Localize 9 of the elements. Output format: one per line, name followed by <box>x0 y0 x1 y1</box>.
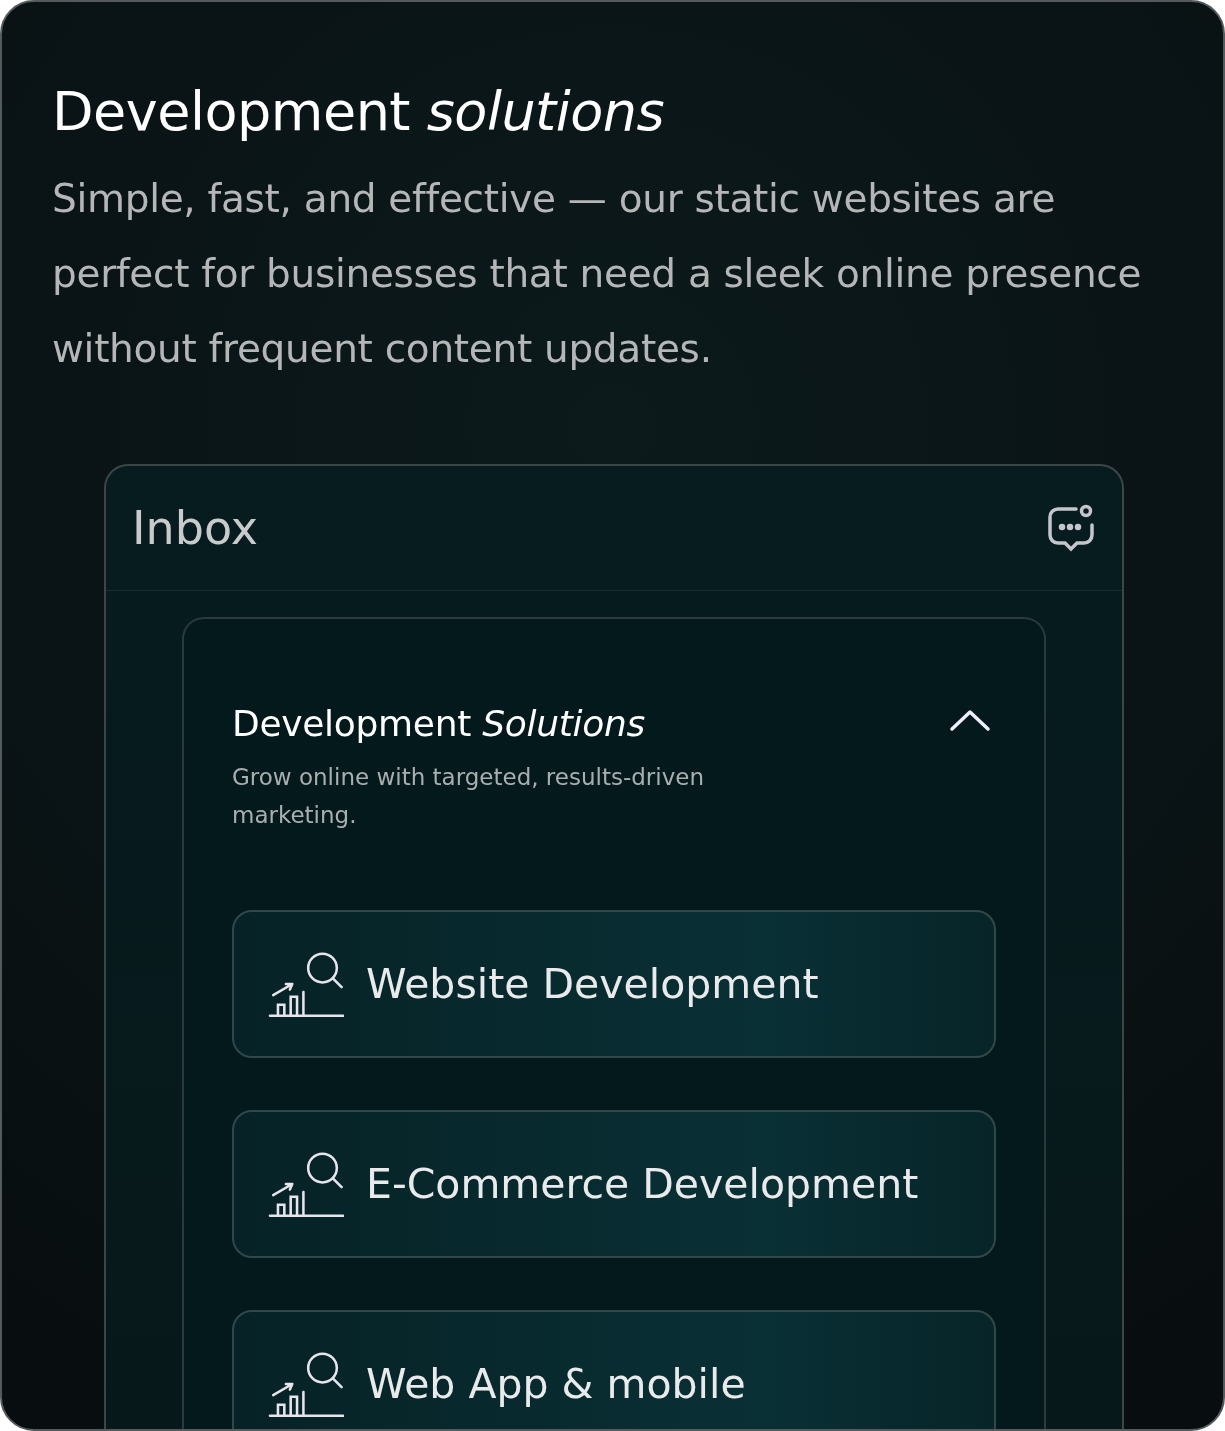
inbox-title: Inbox <box>132 500 258 555</box>
accordion-title: Development Solutions <box>232 702 645 744</box>
section-description: Simple, fast, and effective — our static websites are perfect for businesses that need a sleek online presence without frequent content updates. <box>52 174 1143 373</box>
chat-bubble-icon[interactable] <box>1046 502 1096 553</box>
section-title: Development solutions <box>52 80 666 145</box>
accordion-subtitle: Grow online with targeted, results-driven marketing. <box>232 762 705 830</box>
service-item[interactable]: E-Commerce Development <box>232 1109 996 1258</box>
service-item[interactable]: Website Development <box>232 909 996 1058</box>
service-item[interactable]: Web App & mobile <box>232 1309 996 1429</box>
